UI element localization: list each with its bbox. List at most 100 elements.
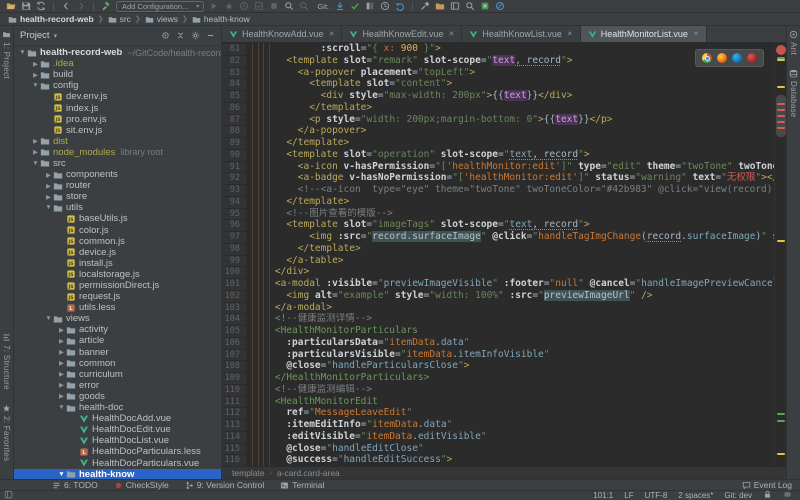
tree-item-permissionDirect.js[interactable]: JSpermissionDirect.js bbox=[14, 280, 221, 291]
event-log-button[interactable]: Event Log bbox=[742, 480, 792, 490]
stripe-mark[interactable] bbox=[777, 103, 785, 105]
tree-item-health-doc[interactable]: ▼health-doc bbox=[14, 402, 221, 413]
collapsed-arrow-icon[interactable]: ▶ bbox=[31, 137, 40, 145]
tool-strip-button-database[interactable]: Database bbox=[789, 69, 798, 118]
tab-HealthKnowList.vue[interactable]: HealthKnowList.vue✕ bbox=[462, 26, 580, 42]
lock-button[interactable] bbox=[763, 490, 772, 500]
stripe-mark[interactable] bbox=[777, 453, 785, 455]
tree-item-device.js[interactable]: JSdevice.js bbox=[14, 247, 221, 258]
tab-HealthKnowEdit.vue[interactable]: HealthKnowEdit.vue✕ bbox=[342, 26, 462, 42]
stripe-mark[interactable] bbox=[777, 420, 785, 422]
target-button[interactable] bbox=[161, 27, 170, 45]
debug-button[interactable] bbox=[224, 0, 234, 12]
forward-button[interactable] bbox=[76, 0, 86, 12]
project-panel-title[interactable]: Project bbox=[20, 30, 50, 41]
expanded-arrow-icon[interactable]: ▼ bbox=[31, 82, 40, 89]
collapsed-arrow-icon[interactable]: ▶ bbox=[44, 171, 53, 179]
tree-item-src[interactable]: ▼src bbox=[14, 158, 221, 169]
tree-item-views[interactable]: ▼views bbox=[14, 313, 221, 324]
tree-item-article[interactable]: ▶article bbox=[14, 335, 221, 346]
collapsed-arrow-icon[interactable]: ▶ bbox=[57, 359, 66, 367]
tree-item-goods[interactable]: ▶goods bbox=[14, 391, 221, 402]
git-commit-button[interactable] bbox=[350, 0, 360, 12]
collapsed-arrow-icon[interactable]: ▶ bbox=[57, 326, 66, 334]
profile-button[interactable] bbox=[239, 0, 249, 12]
history-button[interactable] bbox=[380, 0, 390, 12]
tool-strip-button-1-project[interactable]: 1: Project bbox=[2, 30, 11, 79]
rollback-button[interactable] bbox=[395, 0, 405, 12]
collapsed-arrow-icon[interactable]: ▶ bbox=[57, 381, 66, 389]
find-button[interactable] bbox=[299, 0, 309, 12]
tree-item-HealthDocEdit.vue[interactable]: HealthDocEdit.vue bbox=[14, 424, 221, 435]
tree-item-dev.env.js[interactable]: JSdev.env.js bbox=[14, 91, 221, 102]
stripe-mark[interactable] bbox=[777, 86, 785, 88]
status-item[interactable]: Git: dev bbox=[724, 491, 752, 500]
run-button[interactable] bbox=[209, 0, 219, 12]
chrome-browser-icon[interactable] bbox=[702, 53, 712, 63]
search-small-button[interactable] bbox=[465, 0, 475, 12]
error-indicator-icon[interactable] bbox=[776, 45, 786, 55]
blue-ban-button[interactable] bbox=[495, 0, 505, 12]
expanded-arrow-icon[interactable]: ▼ bbox=[57, 404, 66, 411]
expanded-arrow-icon[interactable]: ▼ bbox=[57, 471, 66, 478]
tree-item-sit.env.js[interactable]: JSsit.env.js bbox=[14, 125, 221, 136]
stripe-mark[interactable] bbox=[777, 413, 785, 415]
tree-item-router[interactable]: ▶router bbox=[14, 180, 221, 191]
tree-item-error[interactable]: ▶error bbox=[14, 380, 221, 391]
tool-window-button-6-todo[interactable]: 6: TODO bbox=[52, 480, 98, 490]
tree-item-banner[interactable]: ▶banner bbox=[14, 347, 221, 358]
expanded-arrow-icon[interactable]: ▼ bbox=[44, 315, 53, 322]
tree-item-install.js[interactable]: JSinstall.js bbox=[14, 258, 221, 269]
open-folder-button[interactable] bbox=[6, 0, 16, 12]
expanded-arrow-icon[interactable]: ▼ bbox=[18, 49, 27, 56]
tool-window-button-9-version-control[interactable]: 9: Version Control bbox=[185, 480, 265, 490]
collapsed-arrow-icon[interactable]: ▶ bbox=[57, 337, 66, 345]
coverage-button[interactable] bbox=[254, 0, 264, 12]
tree-item-build[interactable]: ▶build bbox=[14, 69, 221, 80]
stop-button[interactable] bbox=[269, 0, 279, 12]
tool-window-button-checkstyle[interactable]: CheckStyle bbox=[114, 480, 169, 490]
save-button[interactable] bbox=[21, 0, 31, 12]
back-button[interactable] bbox=[61, 0, 71, 12]
tree-item-pro.env.js[interactable]: JSpro.env.js bbox=[14, 114, 221, 125]
tree-item-health-know[interactable]: ▼health-know bbox=[14, 469, 221, 479]
close-icon[interactable]: ✕ bbox=[449, 30, 455, 38]
tree-item-activity[interactable]: ▶activity bbox=[14, 324, 221, 335]
layout-button[interactable] bbox=[450, 0, 460, 12]
minus-button[interactable] bbox=[206, 27, 215, 45]
screwdriver-button[interactable] bbox=[420, 0, 430, 12]
collapsed-arrow-icon[interactable]: ▶ bbox=[31, 60, 40, 68]
tool-strip-button-ant[interactable]: Ant bbox=[789, 30, 798, 55]
breadcrumb-item-src[interactable]: src bbox=[108, 14, 131, 24]
build-hammer-button[interactable] bbox=[101, 0, 111, 12]
expanded-arrow-icon[interactable]: ▼ bbox=[31, 160, 40, 167]
stripe-mark[interactable] bbox=[777, 109, 785, 111]
tree-item-HealthDocAdd.vue[interactable]: HealthDocAdd.vue bbox=[14, 413, 221, 424]
run-configuration-select[interactable]: Add Configuration...▾ bbox=[116, 1, 204, 12]
status-item[interactable]: 2 spaces* bbox=[678, 491, 713, 500]
editor-breadcrumb-item[interactable]: template bbox=[232, 468, 265, 478]
tree-item-components[interactable]: ▶components bbox=[14, 169, 221, 180]
breadcrumb-item-health-record-web[interactable]: health-record-web bbox=[8, 14, 94, 24]
collapsed-arrow-icon[interactable]: ▶ bbox=[57, 348, 66, 356]
tree-item-config[interactable]: ▼config bbox=[14, 80, 221, 91]
breadcrumb-item-views[interactable]: views bbox=[145, 14, 178, 24]
collapsed-arrow-icon[interactable]: ▶ bbox=[44, 193, 53, 201]
tab-HealthKnowAdd.vue[interactable]: HealthKnowAdd.vue✕ bbox=[222, 26, 342, 42]
tree-item-baseUtils.js[interactable]: JSbaseUtils.js bbox=[14, 213, 221, 224]
expanded-arrow-icon[interactable]: ▼ bbox=[44, 204, 53, 211]
tree-item-HealthDocList.vue[interactable]: HealthDocList.vue bbox=[14, 435, 221, 446]
tree-item-common.js[interactable]: JScommon.js bbox=[14, 236, 221, 247]
firefox-browser-icon[interactable] bbox=[717, 53, 727, 63]
close-icon[interactable]: ✕ bbox=[567, 30, 573, 38]
stripe-mark[interactable] bbox=[777, 127, 785, 129]
tree-item-HealthDocParticulars.vue[interactable]: HealthDocParticulars.vue bbox=[14, 457, 221, 468]
green-box-button[interactable] bbox=[480, 0, 490, 12]
collapsed-arrow-icon[interactable]: ▶ bbox=[57, 370, 66, 378]
tab-HealthMonitorList.vue[interactable]: HealthMonitorList.vue✕ bbox=[581, 26, 707, 42]
collapsed-arrow-icon[interactable]: ▶ bbox=[31, 71, 40, 79]
tree-item-health-record-web[interactable]: ▼health-record-web~/GitCode/health-recor… bbox=[14, 47, 221, 58]
chevron-down-icon[interactable]: ▾ bbox=[54, 32, 58, 40]
tool-strip-button-7-structure[interactable]: 7: Structure bbox=[2, 333, 11, 390]
tool-folder-button[interactable] bbox=[435, 0, 445, 12]
